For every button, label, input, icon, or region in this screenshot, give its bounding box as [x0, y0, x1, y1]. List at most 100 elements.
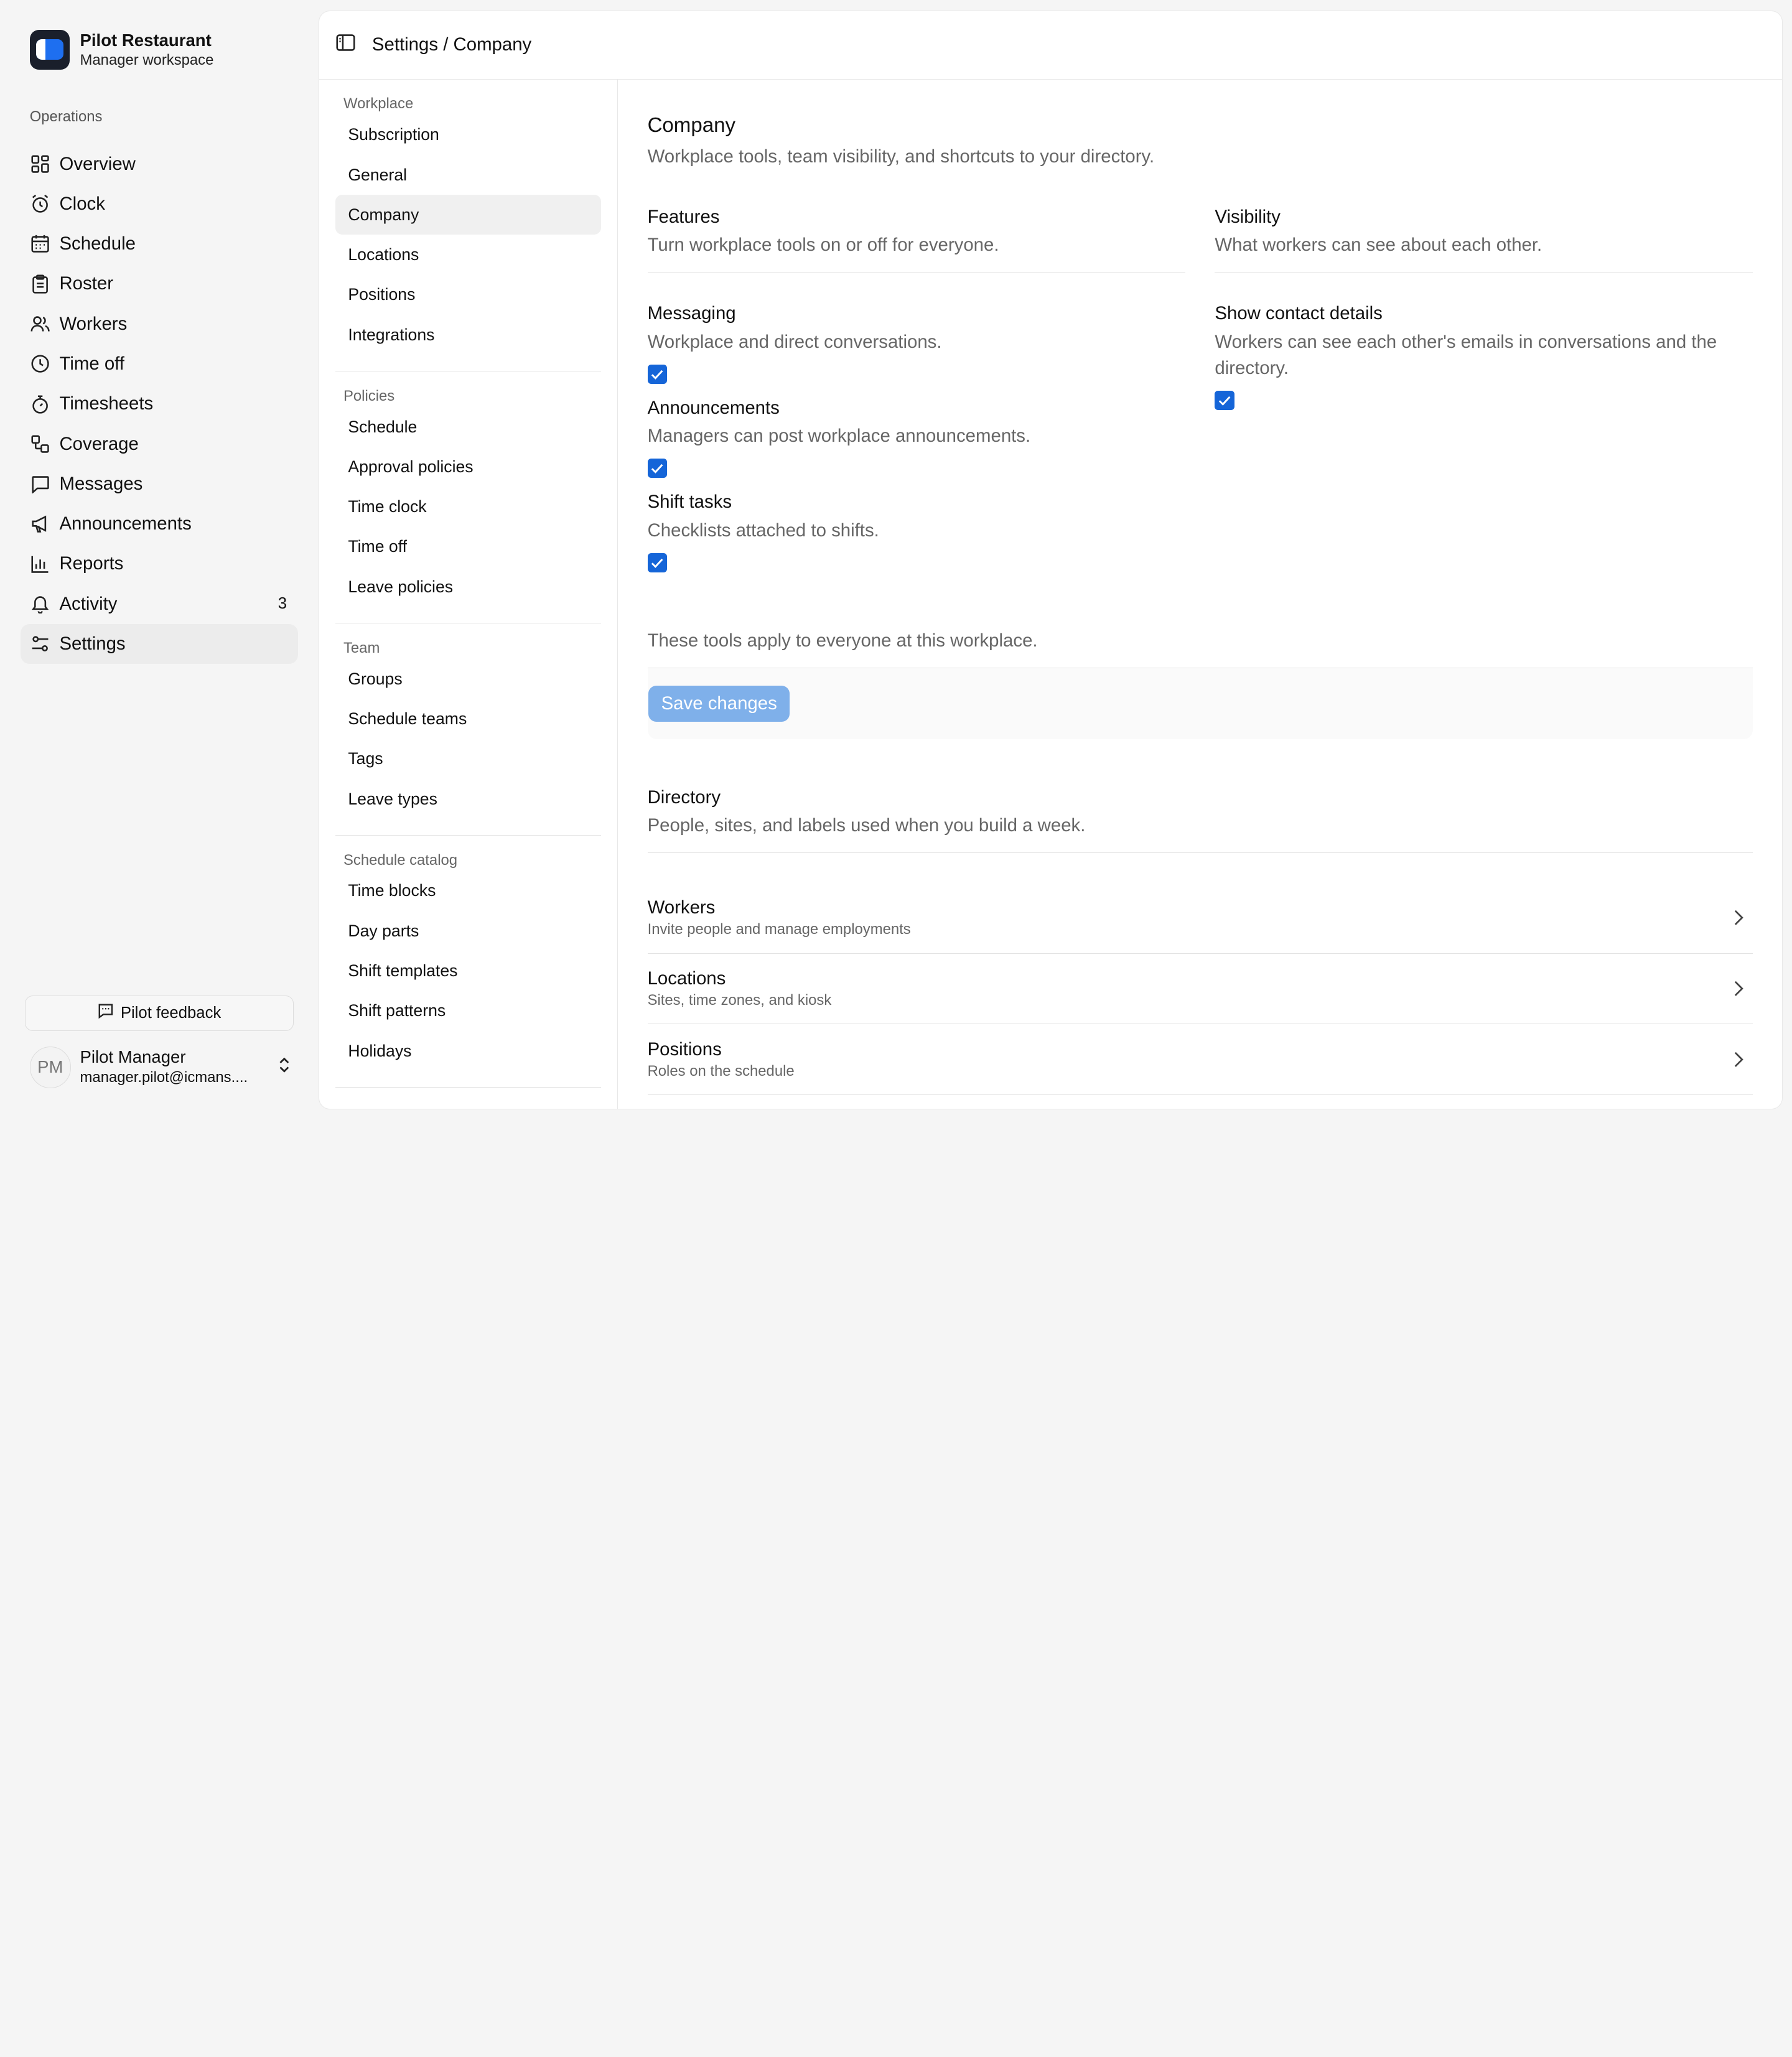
subnav-group-title: Policies: [343, 387, 395, 404]
subnav-item-integrations[interactable]: Integrations: [335, 315, 601, 355]
sidebar-item-reports[interactable]: Reports: [21, 544, 298, 584]
sidebar-item-schedule[interactable]: Schedule: [21, 224, 298, 264]
sidebar-item-roster[interactable]: Roster: [21, 264, 298, 304]
coverage-icon: [30, 434, 50, 454]
sidebar-item-settings[interactable]: Settings: [21, 623, 299, 665]
nav-heading: Operations: [29, 108, 103, 126]
clock-icon: [30, 353, 50, 374]
sidebar-item-label: Schedule: [59, 233, 136, 254]
breadcrumb: Settings / Company: [371, 34, 532, 55]
row-description: Roles on the schedule: [647, 1062, 795, 1080]
subnav-item-leave-types[interactable]: Leave types: [335, 779, 601, 819]
check-icon: [651, 458, 663, 479]
brand-logo: [29, 29, 70, 70]
subnav-item-time-blocks[interactable]: Time blocks: [335, 871, 601, 911]
directory-row-positions[interactable]: Positions Roles on the schedule: [647, 1024, 1753, 1096]
option-description: Checklists attached to shifts.: [647, 520, 879, 541]
sidebar-toggle-icon[interactable]: [335, 32, 356, 58]
row-title: Locations: [647, 968, 726, 989]
option-description: Workplace and direct conversations.: [647, 331, 942, 352]
subnav-item-general[interactable]: General: [335, 155, 601, 195]
subnav-item-schedule[interactable]: Schedule: [335, 407, 601, 447]
features-section: Features Turn workplace tools on or off …: [647, 206, 1185, 573]
activity-count-badge: 3: [278, 595, 287, 613]
subnav-item-time-off[interactable]: Time off: [335, 527, 601, 567]
visibility-title: Visibility: [1215, 206, 1281, 227]
subnav-item-time-clock[interactable]: Time clock: [335, 487, 601, 527]
subnav-item-shift-patterns[interactable]: Shift patterns: [335, 991, 601, 1031]
directory-title: Directory: [647, 787, 721, 808]
megaphone-icon: [30, 514, 50, 534]
user-email: manager.pilot@icmans....: [80, 1069, 248, 1086]
sidebar-item-time-off[interactable]: Time off: [21, 344, 298, 384]
option-description: Workers can see each other's emails in c…: [1215, 331, 1717, 378]
sidebar-item-clock[interactable]: Clock: [21, 184, 298, 224]
check-icon: [651, 552, 663, 573]
chevron-right-icon: [1727, 910, 1750, 926]
features-note: These tools apply to everyone at this wo…: [647, 630, 1753, 669]
avatar: PM: [29, 1047, 71, 1088]
announcements-checkbox[interactable]: [647, 458, 667, 479]
clipboard-icon: [30, 274, 50, 294]
chevron-up-down-icon: [276, 1056, 292, 1079]
row-description: Sites, time zones, and kiosk: [647, 991, 832, 1009]
row-title: Workers: [647, 897, 716, 918]
alarm-clock-icon: [30, 194, 50, 214]
grid-icon: [30, 154, 50, 174]
sidebar-nav: Overview Clock Schedule Roster Workers T…: [21, 144, 299, 665]
sidebar-item-timesheets[interactable]: Timesheets: [21, 384, 298, 424]
message-square-icon: [98, 1003, 114, 1024]
subnav-item-day-parts[interactable]: Day parts: [335, 911, 601, 951]
subnav-item-shift-templates[interactable]: Shift templates: [335, 951, 601, 991]
save-bar: Save changes: [647, 668, 1753, 740]
sidebar-item-label: Announcements: [59, 513, 192, 534]
subnav-item-tags[interactable]: Tags: [335, 739, 601, 779]
sidebar-item-overview[interactable]: Overview: [21, 144, 298, 184]
subnav-item-company[interactable]: Company: [335, 195, 602, 235]
sidebar-item-announcements[interactable]: Announcements: [21, 504, 298, 544]
directory-list: Workers Invite people and manage employm…: [647, 883, 1753, 1096]
brand[interactable]: Pilot Restaurant Manager workspace: [21, 0, 298, 71]
page-title: Company: [647, 113, 735, 137]
sidebar-item-activity[interactable]: Activity 3: [21, 584, 298, 624]
directory-row-workers[interactable]: Workers Invite people and manage employm…: [647, 883, 1753, 954]
sidebar-item-label: Coverage: [59, 433, 139, 454]
option-title: Announcements: [647, 397, 780, 418]
divider: [335, 1086, 602, 1088]
sidebar-item-coverage[interactable]: Coverage: [21, 424, 298, 464]
message-icon: [30, 473, 50, 494]
sidebar-item-workers[interactable]: Workers: [21, 304, 298, 344]
subnav-item-schedule-teams[interactable]: Schedule teams: [335, 699, 601, 739]
features-title: Features: [647, 206, 720, 227]
subnav-item-holidays[interactable]: Holidays: [335, 1031, 601, 1071]
check-icon: [1218, 389, 1231, 411]
subnav-item-locations[interactable]: Locations: [335, 235, 601, 274]
feedback-button[interactable]: Pilot feedback: [25, 995, 294, 1031]
sidebar: Pilot Restaurant Manager workspace Opera…: [0, 0, 319, 1120]
subnav-item-leave-policies[interactable]: Leave policies: [335, 567, 601, 607]
brand-name: Pilot Restaurant: [80, 30, 212, 50]
directory-description: People, sites, and labels used when you …: [647, 815, 1753, 853]
sidebar-item-label: Clock: [59, 193, 105, 214]
sidebar-item-label: Reports: [59, 553, 124, 574]
subnav-item-positions[interactable]: Positions: [335, 275, 601, 315]
user-menu[interactable]: PM Pilot Manager manager.pilot@icmans...…: [29, 1047, 292, 1088]
sliders-icon: [30, 633, 50, 654]
messaging-checkbox[interactable]: [647, 364, 667, 384]
option-title: Show contact details: [1215, 303, 1383, 324]
subnav-group-title: Schedule catalog: [343, 851, 458, 869]
sidebar-item-label: Settings: [59, 633, 126, 654]
shift-tasks-checkbox[interactable]: [647, 552, 667, 573]
sidebar-item-messages[interactable]: Messages: [21, 464, 298, 504]
subnav-item-subscription[interactable]: Subscription: [335, 115, 601, 155]
subnav-item-groups[interactable]: Groups: [335, 659, 601, 699]
features-description: Turn workplace tools on or off for every…: [647, 235, 1185, 273]
show-contact-details-checkbox[interactable]: [1215, 389, 1234, 411]
sidebar-item-label: Activity: [59, 593, 118, 614]
save-changes-button[interactable]: Save changes: [648, 685, 790, 722]
option-title: Shift tasks: [647, 492, 732, 513]
directory-row-locations[interactable]: Locations Sites, time zones, and kiosk: [647, 954, 1753, 1025]
sidebar-item-label: Timesheets: [59, 393, 154, 414]
subnav-item-approval-policies[interactable]: Approval policies: [335, 447, 601, 487]
sidebar-item-label: Workers: [59, 313, 128, 334]
